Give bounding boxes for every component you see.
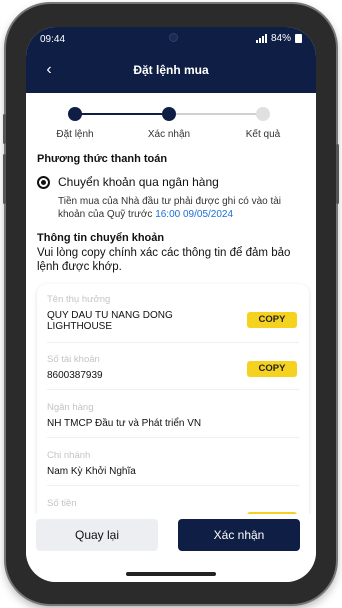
battery-icon	[295, 34, 302, 43]
copy-account-button[interactable]: COPY	[247, 361, 297, 377]
front-camera	[169, 33, 178, 42]
step-connector	[75, 113, 162, 115]
step-connector	[176, 113, 264, 115]
battery-percent: 84%	[270, 33, 291, 44]
bank-transfer-label[interactable]: Chuyển khoản qua ngân hàng	[58, 175, 219, 189]
step-label: Đặt lệnh	[56, 129, 94, 140]
bank-transfer-radio[interactable]	[37, 176, 50, 189]
progress-stepper: Đặt lệnh Xác nhận Kết quả	[26, 103, 316, 151]
field-label: Chi nhánh	[47, 450, 91, 461]
payment-note: Tiền mua của Nhà đầu tư phải được ghi có…	[58, 195, 308, 221]
status-time: 09:44	[40, 34, 66, 45]
transfer-info-title: Thông tin chuyển khoản	[37, 232, 165, 244]
payment-method-title: Phương thức thanh toán	[37, 153, 168, 165]
branch-field: Chi nhánh Nam Kỳ Khởi Nghĩa	[47, 450, 297, 477]
step-label: Xác nhận	[147, 129, 191, 140]
step-dot-confirm	[162, 107, 176, 121]
bank-field: Ngân hàng NH TMCP Đầu tư và Phát triển V…	[47, 402, 297, 429]
field-value: NH TMCP Đầu tư và Phát triển VN	[47, 418, 202, 429]
back-button[interactable]: Quay lại	[36, 519, 158, 551]
field-label: Số tiền	[47, 498, 77, 509]
page-title: Đặt lệnh mua	[133, 63, 209, 77]
signal-icon	[255, 34, 267, 43]
app-header: 09:44 84% ‹ Đặt lệnh mua	[26, 27, 316, 93]
home-indicator	[126, 572, 216, 576]
transfer-info-card[interactable]: Tên thụ hưởng QUY DAU TU NANG DONG LIGHT…	[37, 284, 309, 524]
divider	[47, 389, 299, 390]
copy-beneficiary-button[interactable]: COPY	[247, 312, 297, 328]
side-button	[336, 144, 339, 204]
status-indicators: 84%	[255, 33, 302, 44]
nav-bar: ‹ Đặt lệnh mua	[26, 57, 316, 85]
step-dot-result	[256, 107, 270, 121]
action-bar: Quay lại Xác nhận	[26, 514, 316, 582]
divider	[47, 485, 299, 486]
amount-field: Số tiền	[47, 498, 297, 509]
screen: 09:44 84% ‹ Đặt lệnh mua Đặt lệnh Xác nh…	[26, 27, 316, 582]
transfer-description: Vui lòng copy chính xác các thông tin để…	[37, 247, 291, 273]
field-label: Tên thụ hưởng	[47, 294, 111, 305]
divider	[47, 437, 299, 438]
confirm-button[interactable]: Xác nhận	[178, 519, 300, 551]
step-dot-order	[68, 107, 82, 121]
field-label: Ngân hàng	[47, 402, 94, 413]
step-label: Kết quả	[245, 129, 281, 140]
payment-deadline: 16:00 09/05/2024	[155, 209, 234, 220]
field-value: Nam Kỳ Khởi Nghĩa	[47, 466, 136, 477]
divider	[47, 342, 299, 343]
side-button	[3, 114, 6, 144]
side-button	[3, 154, 6, 204]
field-value: QUY DAU TU NANG DONG LIGHTHOUSE	[47, 310, 173, 332]
